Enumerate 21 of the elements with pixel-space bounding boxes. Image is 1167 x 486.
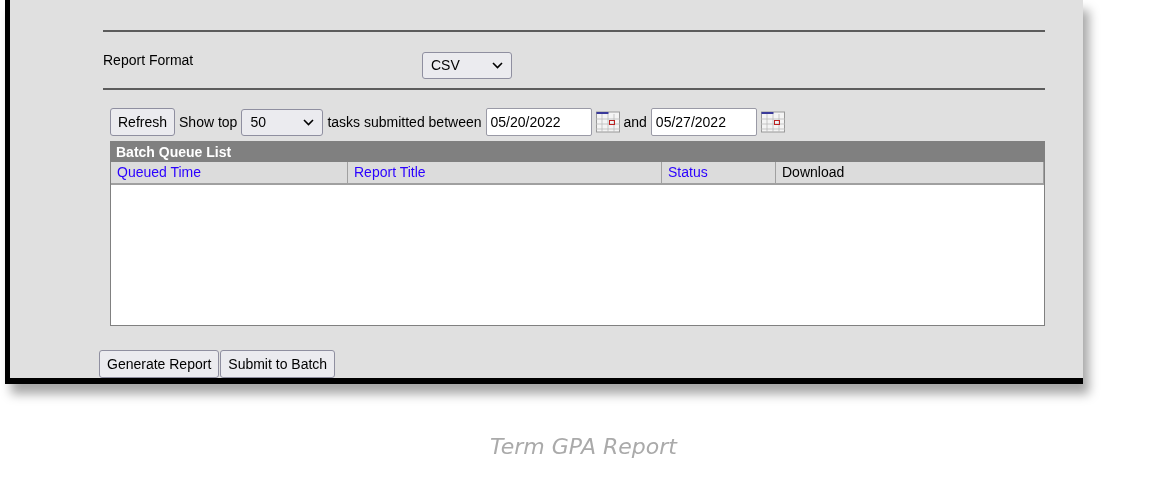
- calendar-icon[interactable]: [760, 111, 785, 133]
- calendar-icon[interactable]: [595, 111, 620, 133]
- action-button[interactable]: Submit to Batch: [220, 350, 336, 378]
- chevron-down-icon: [303, 118, 315, 126]
- end-date-field[interactable]: 05/27/2022: [650, 108, 757, 136]
- report-format-select[interactable]: CSV: [422, 51, 512, 79]
- show-top-label: Show top: [179, 114, 238, 130]
- and-label: and: [623, 114, 647, 130]
- column-header[interactable]: Status: [662, 162, 776, 183]
- column-header[interactable]: Report Title: [348, 162, 662, 183]
- figure-caption: Term GPA Report: [489, 434, 679, 459]
- action-button[interactable]: Generate Report: [99, 350, 220, 378]
- chevron-down-icon: [492, 61, 503, 69]
- column-header[interactable]: Queued Time: [111, 162, 348, 183]
- show-top-select[interactable]: 50: [241, 108, 324, 136]
- table-title: Batch Queue List: [111, 142, 1044, 162]
- start-date-field[interactable]: 05/20/2022: [485, 108, 592, 136]
- report-format-label: Report Format: [103, 51, 195, 68]
- refresh-button[interactable]: Refresh: [110, 108, 176, 136]
- date-range-label: tasks submitted between: [327, 114, 482, 130]
- column-header: Download: [776, 162, 1044, 183]
